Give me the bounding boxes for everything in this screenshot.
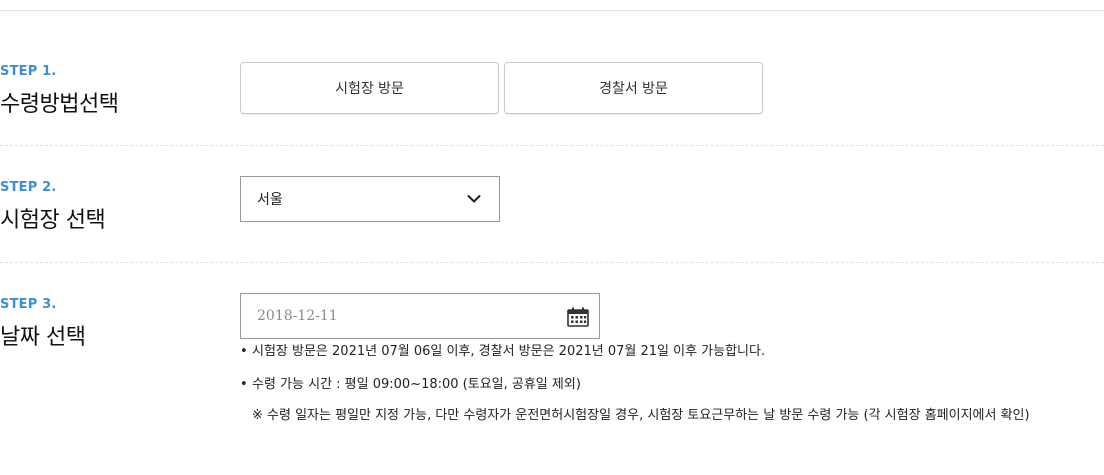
chevron-down-icon [467, 195, 481, 203]
calendar-icon[interactable] [567, 307, 589, 327]
step-3-label: STEP 3. [0, 297, 57, 312]
note-pickup-hours: 수령 가능 시간 : 평일 09:00~18:00 (토요일, 공휴일 제외) [240, 376, 1100, 394]
exam-site-selected-value: 서울 [257, 192, 283, 208]
section-divider [0, 262, 1104, 263]
top-divider [0, 10, 1104, 11]
date-notes: 시험장 방문은 2021년 07월 06일 이후, 경찰서 방문은 2021년 … [240, 343, 1100, 429]
note-weekday-restriction: ※ 수령 일자는 평일만 지정 가능, 다만 수령자가 운전면허시험장일 경우,… [252, 408, 1030, 423]
date-value: 2018-12-11 [257, 308, 338, 324]
step-3-title: 날짜 선택 [0, 325, 86, 350]
step-2-title: 시험장 선택 [0, 208, 106, 233]
section-divider [0, 145, 1104, 146]
step-2-label: STEP 2. [0, 180, 57, 195]
exam-site-visit-button[interactable]: 시험장 방문 [240, 62, 499, 114]
exam-site-select[interactable]: 서울 [240, 176, 500, 222]
date-input[interactable]: 2018-12-11 [240, 293, 600, 339]
note-visit-dates: 시험장 방문은 2021년 07월 06일 이후, 경찰서 방문은 2021년 … [240, 343, 1100, 361]
step-1-title: 수령방법선택 [0, 92, 119, 117]
step-1-label: STEP 1. [0, 64, 57, 79]
police-station-visit-button[interactable]: 경찰서 방문 [504, 62, 763, 114]
